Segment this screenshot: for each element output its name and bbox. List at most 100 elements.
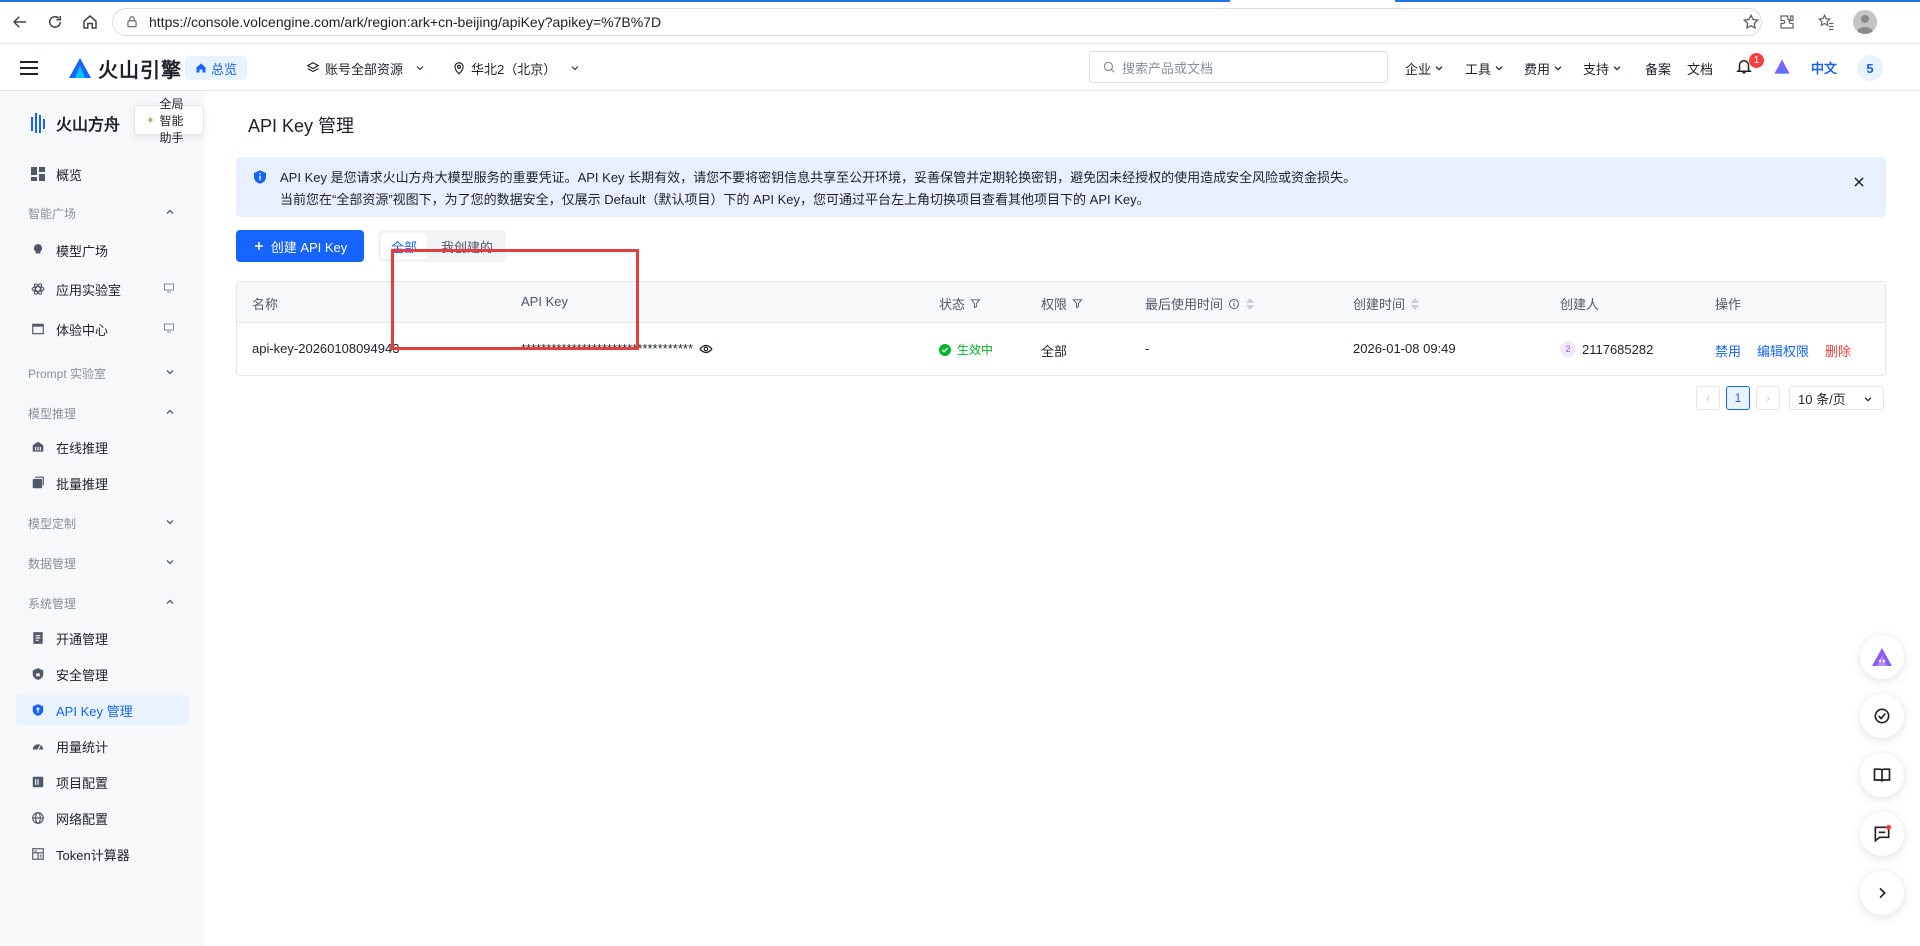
- create-api-key-button[interactable]: 创建 API Key: [236, 230, 364, 262]
- sidebar-group-system-management[interactable]: 系统管理: [28, 592, 178, 614]
- sidebar-item-usage[interactable]: 用量统计: [16, 731, 189, 761]
- sidebar-item-batch-inference[interactable]: 批量推理: [16, 468, 189, 498]
- sidebar-group-label: 模型定制: [28, 516, 77, 531]
- page-number-button[interactable]: 1: [1726, 386, 1750, 410]
- sidebar-item-token-calculator[interactable]: Token计算器: [16, 839, 189, 869]
- sidebar-group-label: 智能广场: [28, 206, 77, 221]
- account-resource-label: 账号全部资源: [325, 61, 404, 77]
- nav-docs[interactable]: 文档: [1687, 57, 1713, 79]
- prev-page-button[interactable]: ‹: [1696, 386, 1720, 410]
- region-selector[interactable]: 华北2（北京）: [452, 57, 581, 79]
- global-search-input[interactable]: 搜索产品或文档: [1089, 51, 1388, 83]
- support-float-icon[interactable]: [1860, 694, 1904, 738]
- next-page-button[interactable]: ›: [1756, 386, 1780, 410]
- chevron-right-icon[interactable]: [1860, 871, 1904, 915]
- volcengine-logo-icon: [69, 58, 91, 78]
- filter-icon[interactable]: [970, 298, 981, 309]
- sidebar-group-model-inference[interactable]: 模型推理: [28, 402, 178, 424]
- eye-icon[interactable]: [699, 342, 713, 356]
- book-float-icon[interactable]: [1860, 753, 1904, 797]
- sidebar-item-online-inference[interactable]: 在线推理: [16, 432, 189, 462]
- sidebar-item-project[interactable]: 项目配置: [16, 767, 189, 797]
- delete-button[interactable]: 删除: [1825, 341, 1851, 360]
- nav-support[interactable]: 支持: [1583, 57, 1622, 79]
- col-permission-label: 权限: [1041, 297, 1068, 312]
- highlight-annotation-box: [391, 249, 639, 350]
- sidebar-group-label: 数据管理: [28, 556, 77, 571]
- chevron-down-icon: [1435, 66, 1443, 71]
- edit-permission-button[interactable]: 编辑权限: [1757, 341, 1809, 360]
- col-name-label: 名称: [252, 297, 279, 312]
- ai-float-icon[interactable]: [1860, 635, 1904, 679]
- close-icon[interactable]: [1852, 175, 1868, 191]
- dashboard-icon: [30, 166, 46, 182]
- star-icon[interactable]: [1739, 10, 1763, 34]
- overview-button[interactable]: 总览: [185, 56, 248, 80]
- sidebar-label: 网络配置: [56, 811, 109, 827]
- sidebar-label: 在线推理: [56, 440, 109, 456]
- chevron-down-icon: [164, 556, 178, 570]
- col-permission: 权限: [1041, 294, 1083, 313]
- chevron-down-icon: [1613, 66, 1621, 71]
- global-assistant-tooltip[interactable]: 全局智能助手: [134, 97, 204, 145]
- col-last-used: 最后使用时间: [1145, 294, 1255, 313]
- sidebar-group-prompt-lab[interactable]: Prompt 实验室: [28, 362, 178, 384]
- menu-icon[interactable]: [18, 57, 40, 79]
- page-size-select[interactable]: 10 条/页: [1789, 386, 1884, 410]
- monitor-icon: [163, 282, 177, 296]
- sidebar-label: API Key 管理: [56, 703, 133, 719]
- cell-last-used: -: [1145, 341, 1149, 356]
- sort-icon[interactable]: [1410, 297, 1420, 311]
- sidebar-label: 应用实验室: [56, 282, 122, 298]
- account-resource-selector[interactable]: 账号全部资源: [306, 57, 426, 79]
- col-status: 状态: [939, 294, 981, 313]
- site-info-icon[interactable]: [125, 14, 141, 30]
- sidebar-item-activation[interactable]: 开通管理: [16, 623, 189, 653]
- search-icon: [1103, 61, 1115, 73]
- info-icon[interactable]: [1228, 298, 1240, 310]
- sidebar-group-smart-square[interactable]: 智能广场: [28, 202, 178, 224]
- sidebar-item-app-lab[interactable]: 应用实验室: [16, 274, 189, 304]
- back-icon[interactable]: [8, 10, 32, 34]
- creator-badge: 2: [1560, 341, 1576, 357]
- favorites-icon[interactable]: [1814, 10, 1838, 34]
- sidebar-group-model-custom[interactable]: 模型定制: [28, 512, 178, 534]
- volcengine-logo[interactable]: 火山引擎: [68, 55, 182, 82]
- sidebar-item-api-key[interactable]: API Key 管理: [16, 695, 189, 725]
- product-logo[interactable]: 火山方舟: [30, 111, 120, 135]
- sidebar-group-label: 系统管理: [28, 596, 77, 611]
- user-avatar[interactable]: 5: [1857, 55, 1883, 81]
- console-header: 火山引擎 总览 账号全部资源 华北2（北京） 搜索产品或文档 企业 工具 费用 …: [0, 45, 1920, 91]
- sidebar-item-experience[interactable]: 体验中心: [16, 314, 189, 344]
- sort-icon[interactable]: [1245, 297, 1255, 311]
- sidebar-item-model-square[interactable]: 模型广场: [16, 235, 189, 265]
- disable-button[interactable]: 禁用: [1715, 341, 1741, 360]
- sidebar-item-overview[interactable]: 概览: [16, 159, 189, 189]
- alert-line-1: API Key 是您请求火山方舟大模型服务的重要凭证。API Key 长期有效，…: [280, 170, 1357, 185]
- col-actions: 操作: [1715, 294, 1741, 313]
- address-bar[interactable]: https://console.volcengine.com/ark/regio…: [112, 8, 1762, 36]
- filter-icon[interactable]: [1072, 298, 1083, 309]
- logo-text: 火山引擎: [98, 59, 182, 82]
- home-icon[interactable]: [78, 10, 102, 34]
- browser-profile-avatar[interactable]: [1853, 10, 1877, 34]
- reload-icon[interactable]: [43, 10, 67, 34]
- ai-assistant-icon[interactable]: [1772, 57, 1794, 79]
- sidebar-label: Token计算器: [56, 847, 130, 863]
- browser-toolbar: https://console.volcengine.com/ark/regio…: [0, 0, 1920, 44]
- extensions-icon[interactable]: [1775, 10, 1799, 34]
- layers-icon: [306, 62, 320, 73]
- nav-filing[interactable]: 备案: [1645, 57, 1671, 79]
- nav-billing[interactable]: 费用: [1524, 57, 1563, 79]
- feedback-float-icon[interactable]: [1860, 812, 1904, 856]
- nav-tools[interactable]: 工具: [1465, 57, 1504, 79]
- language-switch[interactable]: 中文: [1811, 58, 1837, 77]
- sidebar-item-security[interactable]: 安全管理: [16, 659, 189, 689]
- sidebar-label: 安全管理: [56, 667, 109, 683]
- sidebar-group-data-management[interactable]: 数据管理: [28, 552, 178, 574]
- nav-docs-label: 文档: [1687, 61, 1714, 77]
- nav-enterprise[interactable]: 企业: [1405, 57, 1444, 79]
- sidebar-label: 模型广场: [56, 243, 109, 259]
- sidebar-item-network[interactable]: 网络配置: [16, 803, 189, 833]
- cell-actions: 禁用 编辑权限 删除: [1715, 341, 1851, 360]
